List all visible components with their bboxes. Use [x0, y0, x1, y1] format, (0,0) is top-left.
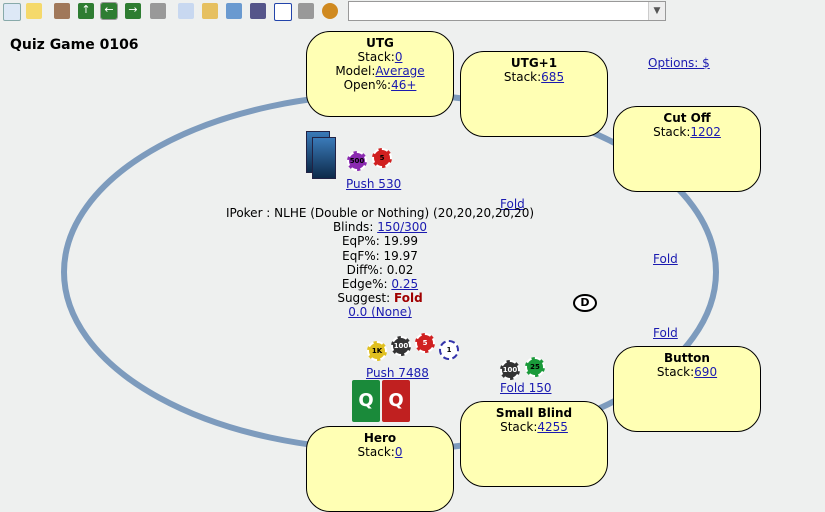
action-button[interactable]: Fold [653, 326, 678, 340]
stack-label: Stack: [357, 50, 395, 64]
edge-label: Edge%: [341, 277, 388, 292]
model-label: Model: [335, 64, 376, 78]
chip-icon: 5 [415, 333, 435, 353]
action-small-blind[interactable]: Fold 150 [500, 381, 552, 395]
diff-value: 0.02 [386, 262, 414, 277]
seat-utg[interactable]: UTG Stack:0 Model:Average Open%:46+ [306, 31, 454, 117]
seat-name: Hero [363, 431, 397, 445]
chip-icon: 1K [367, 341, 387, 361]
card-back-icon [312, 137, 336, 179]
game-description: IPoker : NLHE (Double or Nothing) (20,20… [225, 206, 535, 220]
extra-link[interactable]: 0.0 (None) [348, 305, 412, 319]
stack-value[interactable]: 0 [395, 445, 403, 459]
seat-name: Button [664, 351, 710, 365]
chip-icon: 100 [391, 336, 411, 356]
suggest-label: Suggest: [337, 291, 391, 306]
stack-value[interactable]: 690 [694, 365, 717, 379]
seat-small-blind[interactable]: Small Blind Stack:4255 [460, 401, 608, 487]
hero-card-2: Q [382, 380, 410, 422]
stack-label: Stack: [653, 125, 691, 139]
stack-label: Stack: [500, 420, 538, 434]
seat-button[interactable]: Button Stack:690 [613, 346, 761, 432]
stack-label: Stack: [656, 365, 695, 379]
stack-value[interactable]: 4255 [537, 420, 568, 434]
eqf-value: 19.97 [383, 248, 418, 263]
action-cutoff[interactable]: Fold [653, 252, 678, 266]
chip-icon: 1 [439, 340, 459, 360]
seat-hero[interactable]: Hero Stack:0 [306, 426, 454, 512]
hand-info: IPoker : NLHE (Double or Nothing) (20,20… [200, 206, 560, 320]
eqp-value: 19.99 [383, 234, 419, 249]
chip-icon: 500 [347, 151, 367, 171]
open-label: Open%: [343, 78, 392, 92]
blinds-label: Blinds: [332, 220, 374, 235]
hero-card-1: Q [352, 380, 380, 422]
seat-cutoff[interactable]: Cut Off Stack:1202 [613, 106, 761, 192]
action-utg[interactable]: Push 530 [346, 177, 401, 191]
blinds-link[interactable]: 150/300 [377, 220, 427, 234]
seat-name: UTG [366, 36, 394, 50]
edge-link[interactable]: 0.25 [391, 277, 418, 291]
seat-name: Cut Off [663, 111, 711, 125]
stack-label: Stack: [357, 445, 395, 459]
stack-value[interactable]: 685 [541, 70, 564, 84]
chip-icon: 5 [372, 148, 392, 168]
chip-icon: 25 [525, 357, 545, 377]
dealer-button: D [573, 294, 597, 312]
open-value[interactable]: 46+ [391, 78, 416, 92]
seat-name: UTG+1 [510, 56, 558, 70]
diff-label: Diff%: [346, 262, 383, 277]
eqf-label: EqF%: [342, 248, 380, 263]
chip-icon: 100 [500, 360, 520, 380]
suggest-value: Fold [394, 291, 423, 306]
seat-name: Small Blind [495, 406, 573, 420]
eqp-label: EqP%: [341, 234, 380, 249]
stack-label: Stack: [503, 70, 542, 84]
stack-value[interactable]: 1202 [690, 125, 721, 139]
stack-value[interactable]: 0 [395, 50, 403, 64]
model-value[interactable]: Average [375, 64, 424, 78]
seat-utg1[interactable]: UTG+1 Stack:685 [460, 51, 608, 137]
action-hero[interactable]: Push 7488 [366, 366, 429, 380]
